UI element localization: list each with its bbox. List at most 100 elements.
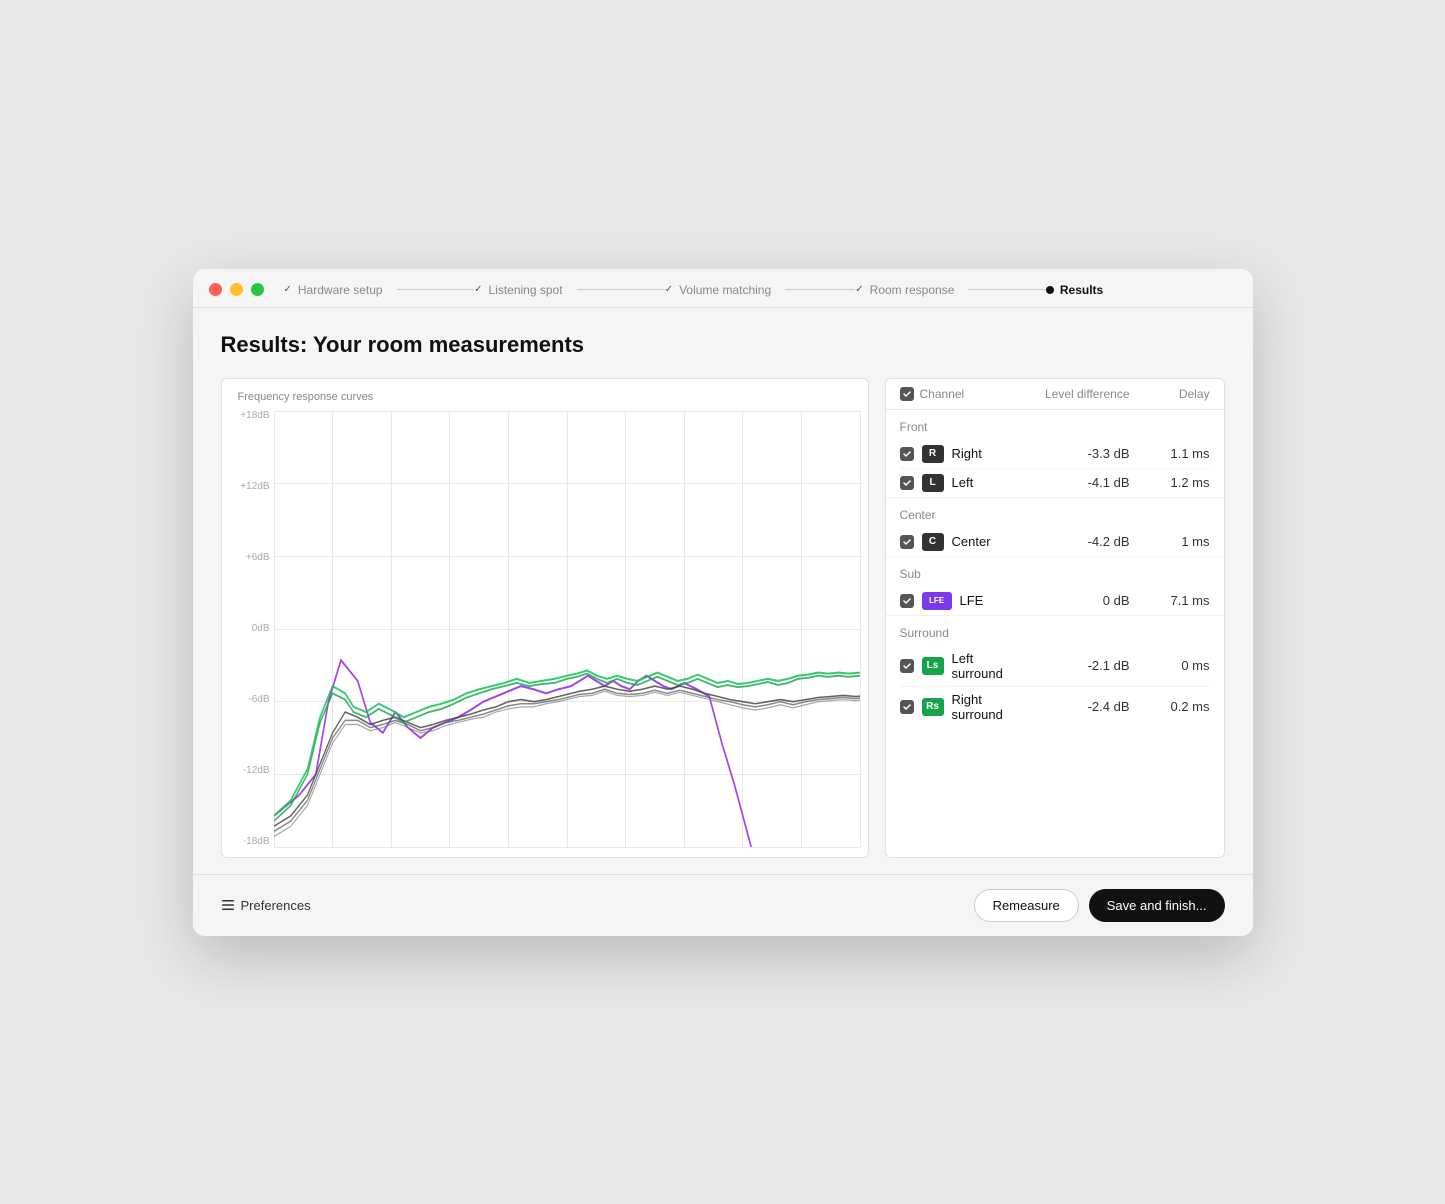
step-volume-label: Volume matching bbox=[679, 283, 771, 297]
checkbox-ls[interactable] bbox=[900, 659, 914, 673]
step-room-label: Room response bbox=[870, 283, 955, 297]
checkbox-rs[interactable] bbox=[900, 700, 914, 714]
table-row: R Right -3.3 dB 1.1 ms bbox=[900, 440, 1210, 469]
active-dot bbox=[1046, 286, 1054, 294]
step-volume: ✓ Volume matching bbox=[665, 283, 856, 297]
section-surround-label: Surround bbox=[900, 616, 1210, 646]
close-button[interactable] bbox=[209, 283, 222, 296]
step-listening-label: Listening spot bbox=[488, 283, 562, 297]
delay-rs: 0.2 ms bbox=[1130, 699, 1210, 714]
step-room: ✓ Room response bbox=[855, 283, 1046, 297]
check-icon-3: ✓ bbox=[665, 284, 673, 295]
checkbox-lfe[interactable] bbox=[900, 594, 914, 608]
y-label-6m: -6dB bbox=[248, 695, 269, 705]
delay-lfe: 7.1 ms bbox=[1130, 593, 1210, 608]
channel-table: Channel Level difference Delay Front R bbox=[885, 378, 1225, 858]
channel-name-cell-lfe: LFE LFE bbox=[900, 592, 1010, 610]
header-channel-label: Channel bbox=[920, 387, 965, 401]
step-hardware-label: Hardware setup bbox=[298, 283, 383, 297]
level-lfe: 0 dB bbox=[1010, 593, 1130, 608]
table-row: Rs Right surround -2.4 dB 0.2 ms bbox=[900, 687, 1210, 727]
badge-right: R bbox=[922, 445, 944, 463]
delay-right: 1.1 ms bbox=[1130, 446, 1210, 461]
chart-grid bbox=[274, 411, 860, 847]
section-front-label: Front bbox=[900, 410, 1210, 440]
table-row: C Center -4.2 dB 1 ms bbox=[900, 528, 1210, 556]
channel-name-ls: Left surround bbox=[952, 651, 1010, 681]
section-sub: Sub LFE LFE 0 dB 7.1 ms bbox=[886, 556, 1224, 615]
step-results: Results bbox=[1046, 283, 1237, 297]
step-hardware: ✓ Hardware setup bbox=[284, 283, 475, 297]
badge-lfe: LFE bbox=[922, 592, 952, 610]
frequency-response-chart bbox=[274, 411, 860, 847]
preferences-label: Preferences bbox=[241, 898, 311, 913]
chart-label: Frequency response curves bbox=[238, 391, 860, 403]
section-center-label: Center bbox=[900, 498, 1210, 528]
fullscreen-button[interactable] bbox=[251, 283, 264, 296]
channel-name-rs: Right surround bbox=[952, 692, 1010, 722]
save-button[interactable]: Save and finish... bbox=[1089, 889, 1225, 922]
delay-left: 1.2 ms bbox=[1130, 475, 1210, 490]
channel-name-center: Center bbox=[952, 534, 991, 549]
level-rs: -2.4 dB bbox=[1010, 699, 1130, 714]
y-label-18m: -18dB bbox=[243, 837, 270, 847]
chart-area: +18dB +12dB +6dB 0dB -6dB -12dB -18dB bbox=[238, 411, 860, 847]
page-title: Results: Your room measurements bbox=[221, 332, 1225, 358]
y-label-12m: -12dB bbox=[243, 766, 270, 776]
y-label-18p: +18dB bbox=[240, 411, 269, 421]
channel-name-cell-right: R Right bbox=[900, 445, 1010, 463]
channel-name-lfe: LFE bbox=[960, 593, 984, 608]
remeasure-button[interactable]: Remeasure bbox=[974, 889, 1079, 922]
channel-name-right: Right bbox=[952, 446, 982, 461]
delay-center: 1 ms bbox=[1130, 534, 1210, 549]
checkbox-center[interactable] bbox=[900, 535, 914, 549]
channel-name-cell-rs: Rs Right surround bbox=[900, 692, 1010, 722]
step-results-label: Results bbox=[1060, 283, 1103, 297]
checkbox-left[interactable] bbox=[900, 476, 914, 490]
channel-name-cell-left: L Left bbox=[900, 474, 1010, 492]
main-area: Frequency response curves +18dB +12dB +6… bbox=[221, 378, 1225, 858]
badge-center: C bbox=[922, 533, 944, 551]
preferences-icon bbox=[221, 898, 235, 912]
main-window: ✓ Hardware setup ✓ Listening spot ✓ Volu… bbox=[193, 269, 1253, 936]
channel-name-cell-ls: Ls Left surround bbox=[900, 651, 1010, 681]
badge-rs: Rs bbox=[922, 698, 944, 716]
step-listening: ✓ Listening spot bbox=[474, 283, 665, 297]
checkbox-right[interactable] bbox=[900, 447, 914, 461]
minimize-button[interactable] bbox=[230, 283, 243, 296]
header-level-label: Level difference bbox=[1010, 387, 1130, 401]
level-center: -4.2 dB bbox=[1010, 534, 1130, 549]
channel-name-left: Left bbox=[952, 475, 974, 490]
titlebar: ✓ Hardware setup ✓ Listening spot ✓ Volu… bbox=[193, 269, 1253, 308]
header-delay-label: Delay bbox=[1130, 387, 1210, 401]
y-label-0: 0dB bbox=[252, 624, 270, 634]
chart-panel: Frequency response curves +18dB +12dB +6… bbox=[221, 378, 869, 858]
section-sub-label: Sub bbox=[900, 557, 1210, 587]
content-area: Results: Your room measurements Frequenc… bbox=[193, 308, 1253, 858]
section-surround: Surround Ls Left surround -2.1 dB 0 ms bbox=[886, 615, 1224, 727]
table-row: L Left -4.1 dB 1.2 ms bbox=[900, 469, 1210, 497]
section-front: Front R Right -3.3 dB 1.1 ms bbox=[886, 410, 1224, 497]
footer-right: Remeasure Save and finish... bbox=[974, 889, 1225, 922]
traffic-lights bbox=[209, 283, 264, 296]
check-icon: ✓ bbox=[284, 284, 292, 295]
y-label-12p: +12dB bbox=[240, 482, 269, 492]
badge-left: L bbox=[922, 474, 944, 492]
y-label-6p: +6dB bbox=[246, 553, 270, 563]
select-all-checkbox[interactable] bbox=[900, 387, 914, 401]
table-header: Channel Level difference Delay bbox=[886, 379, 1224, 410]
table-row: LFE LFE 0 dB 7.1 ms bbox=[900, 587, 1210, 615]
table-row: Ls Left surround -2.1 dB 0 ms bbox=[900, 646, 1210, 687]
y-axis: +18dB +12dB +6dB 0dB -6dB -12dB -18dB bbox=[238, 411, 274, 847]
header-channel-cell: Channel bbox=[900, 387, 1010, 401]
level-left: -4.1 dB bbox=[1010, 475, 1130, 490]
check-icon-2: ✓ bbox=[474, 284, 482, 295]
stepper: ✓ Hardware setup ✓ Listening spot ✓ Volu… bbox=[284, 283, 1237, 297]
delay-ls: 0 ms bbox=[1130, 658, 1210, 673]
channel-name-cell-center: C Center bbox=[900, 533, 1010, 551]
check-icon-4: ✓ bbox=[855, 284, 863, 295]
footer: Preferences Remeasure Save and finish... bbox=[193, 874, 1253, 936]
section-center: Center C Center -4.2 dB 1 ms bbox=[886, 497, 1224, 556]
level-right: -3.3 dB bbox=[1010, 446, 1130, 461]
preferences-button[interactable]: Preferences bbox=[221, 898, 311, 913]
